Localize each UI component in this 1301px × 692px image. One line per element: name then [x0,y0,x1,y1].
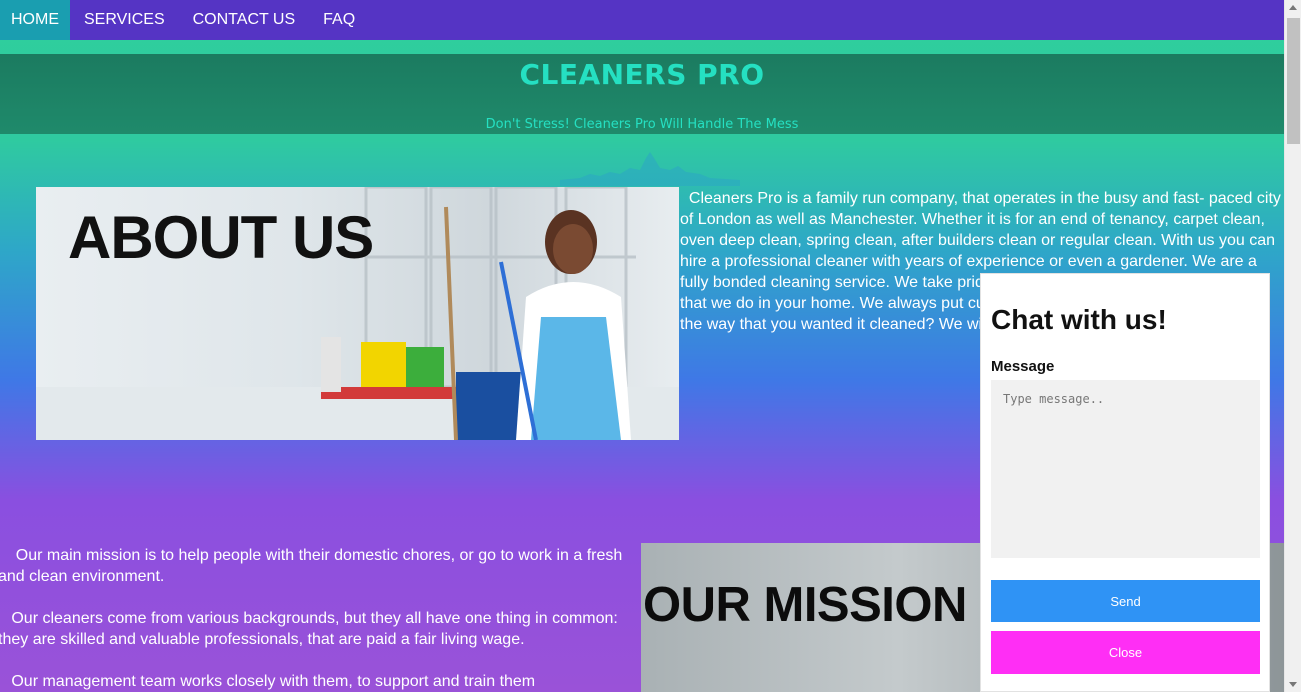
send-button[interactable]: Send [991,580,1260,622]
scroll-up-icon[interactable] [1289,5,1297,10]
close-button[interactable]: Close [991,631,1260,674]
city-skyline-icon [560,152,740,186]
nav-services[interactable]: SERVICES [70,0,179,40]
scroll-down-icon[interactable] [1289,682,1297,687]
scrollbar-thumb[interactable] [1287,18,1300,144]
chat-title: Chat with us! [991,304,1167,335]
about-us-heading: ABOUT US [68,204,374,271]
site-title: CLEANERS PRO [519,58,765,91]
our-mission-heading: OUR MISSION [643,578,967,632]
chat-popup: Chat with us! Message Send Close [980,273,1270,692]
nav-contact-us[interactable]: CONTACT US [179,0,310,40]
page-scrollbar[interactable] [1284,0,1301,692]
about-us-image: ABOUT US [36,187,679,440]
mission-paragraph: Our management team works closely with t… [11,673,536,690]
nav-faq[interactable]: FAQ [309,0,369,40]
top-nav: HOME SERVICES CONTACT US FAQ [0,0,1284,40]
mission-paragraph: Our cleaners come from various backgroun… [0,610,618,648]
message-textarea[interactable] [991,380,1260,558]
site-tagline: Don't Stress! Cleaners Pro Will Handle T… [485,117,799,132]
mission-text: Our main mission is to help people with … [0,545,638,692]
mission-paragraph: Our main mission is to help people with … [0,547,623,585]
message-label: Message [991,358,1055,375]
nav-home[interactable]: HOME [0,0,70,40]
